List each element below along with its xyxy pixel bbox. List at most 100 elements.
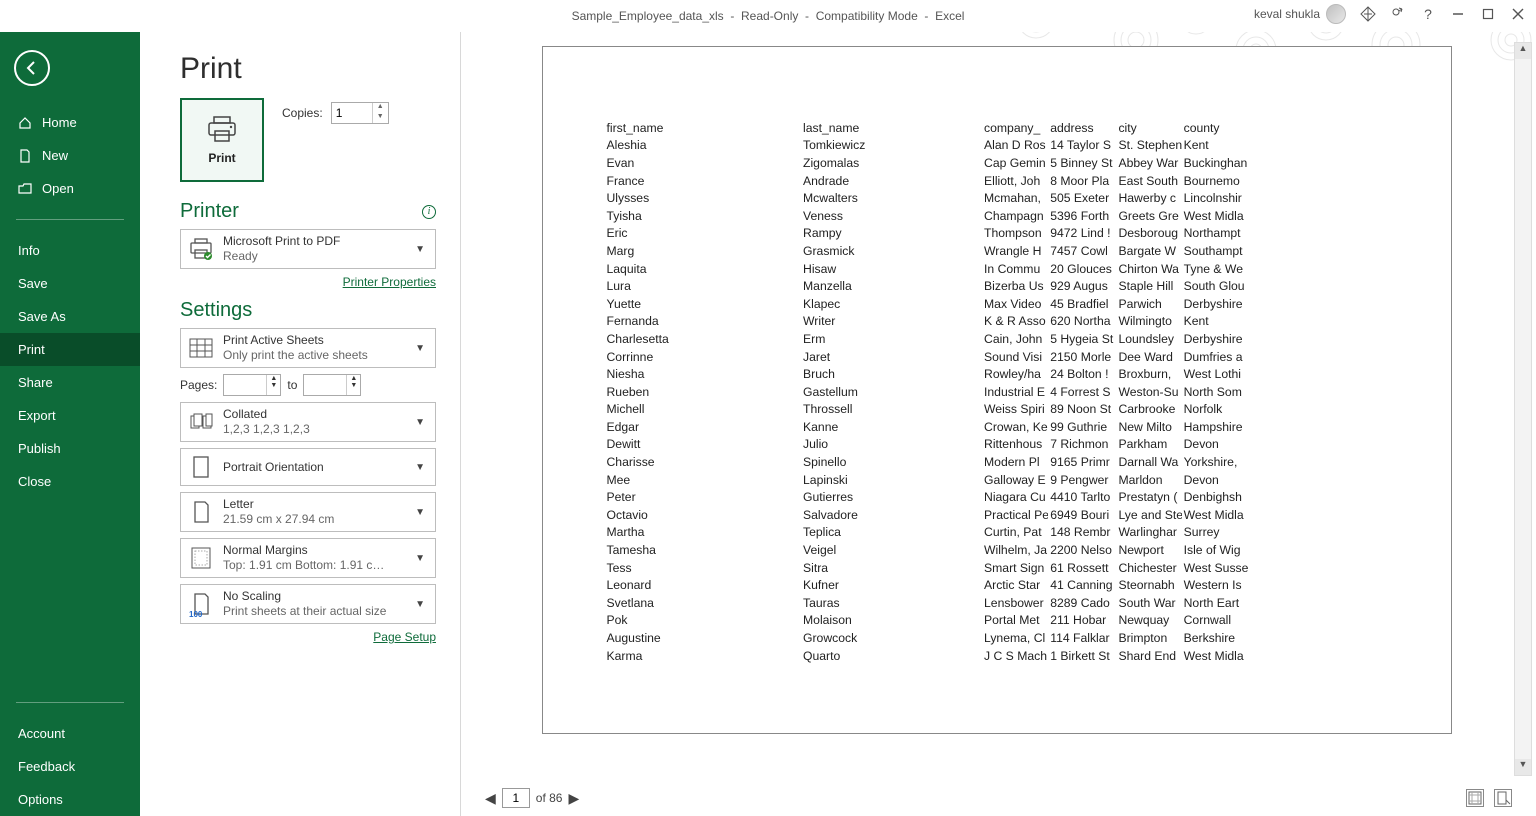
table-row: LuraManzellaBizerba Us929 AugusStaple Hi… bbox=[605, 277, 1389, 295]
paper-size-selector[interactable]: Letter21.59 cm x 27.94 cm ▼ bbox=[180, 492, 436, 532]
sidebar-item-label: Publish bbox=[18, 441, 61, 456]
spinner-up[interactable]: ▲ bbox=[373, 103, 388, 113]
sidebar-item-print[interactable]: Print bbox=[0, 333, 140, 366]
sidebar-item-home[interactable]: Home bbox=[0, 106, 140, 139]
sidebar-item-save[interactable]: Save bbox=[0, 267, 140, 300]
help-icon[interactable]: ? bbox=[1420, 6, 1436, 22]
document-title: Sample_Employee_data_xls - Read-Only - C… bbox=[572, 9, 965, 23]
orientation-selector[interactable]: Portrait Orientation ▼ bbox=[180, 448, 436, 486]
page-title: Print bbox=[180, 52, 436, 86]
table-row: YuetteKlapecMax Video45 BradfielParwichD… bbox=[605, 295, 1389, 313]
sidebar-item-export[interactable]: Export bbox=[0, 399, 140, 432]
next-page-button[interactable]: ▶ bbox=[568, 790, 579, 807]
pages-to-spinner[interactable]: ▲▼ bbox=[303, 374, 361, 396]
pages-label: Pages: bbox=[180, 378, 217, 392]
scaling-selector[interactable]: 100 No ScalingPrint sheets at their actu… bbox=[180, 584, 436, 624]
share-icon[interactable] bbox=[1390, 6, 1406, 22]
sidebar-item-saveas[interactable]: Save As bbox=[0, 300, 140, 333]
new-icon bbox=[18, 149, 32, 163]
print-button[interactable]: Print bbox=[180, 98, 264, 182]
table-row: SvetlanaTaurasLensbower8289 CadoSouth Wa… bbox=[605, 594, 1389, 612]
info-icon[interactable]: i bbox=[422, 205, 436, 219]
print-settings-panel: Print Print Copies: ▲▼ Printer i bbox=[140, 32, 460, 816]
prev-page-button[interactable]: ◀ bbox=[485, 790, 496, 807]
table-row: MargGrasmickWrangle H7457 CowlBargate WS… bbox=[605, 242, 1389, 260]
sidebar-separator bbox=[16, 702, 124, 703]
title-bar: Sample_Employee_data_xls - Read-Only - C… bbox=[0, 0, 1536, 32]
pages-from-spinner[interactable]: ▲▼ bbox=[223, 374, 281, 396]
table-row: UlyssesMcwaltersMcmahan,505 ExeterHawerb… bbox=[605, 189, 1389, 207]
account-user[interactable]: keval shukla bbox=[1254, 4, 1346, 24]
back-button[interactable] bbox=[14, 50, 50, 86]
column-header: company_ bbox=[982, 119, 1048, 137]
column-header: address bbox=[1048, 119, 1116, 137]
sidebar-item-account[interactable]: Account bbox=[0, 717, 140, 750]
sidebar-item-label: Account bbox=[18, 726, 65, 741]
printer-status-icon bbox=[187, 235, 215, 263]
user-name: keval shukla bbox=[1254, 7, 1320, 21]
maximize-button[interactable] bbox=[1480, 6, 1496, 22]
show-margins-button[interactable] bbox=[1466, 789, 1484, 807]
scroll-down[interactable]: ▼ bbox=[1515, 759, 1531, 775]
open-icon bbox=[18, 182, 32, 196]
margins-selector[interactable]: Normal MarginsTop: 1.91 cm Bottom: 1.91 … bbox=[180, 538, 436, 578]
preview-scrollbar[interactable]: ▲ ▼ bbox=[1514, 42, 1532, 776]
sidebar-item-info[interactable]: Info bbox=[0, 234, 140, 267]
sidebar-item-share[interactable]: Share bbox=[0, 366, 140, 399]
table-row: TameshaVeigelWilhelm, Ja2200 NelsoNewpor… bbox=[605, 541, 1389, 559]
settings-heading: Settings bbox=[180, 299, 252, 322]
minimize-button[interactable] bbox=[1450, 6, 1466, 22]
sidebar-item-close[interactable]: Close bbox=[0, 465, 140, 498]
print-what-selector[interactable]: Print Active SheetsOnly print the active… bbox=[180, 328, 436, 368]
chevron-down-icon: ▼ bbox=[411, 599, 429, 610]
table-row: KarmaQuartoJ C S Mach1 Birkett StShard E… bbox=[605, 647, 1389, 665]
spinner-down[interactable]: ▼ bbox=[373, 113, 388, 123]
sidebar-item-new[interactable]: New bbox=[0, 139, 140, 172]
table-row: LeonardKufnerArctic Star41 CanningSteorn… bbox=[605, 576, 1389, 594]
table-row: TyishaVenessChampagn5396 ForthGreets Gre… bbox=[605, 207, 1389, 225]
current-page-input[interactable] bbox=[502, 788, 530, 808]
sidebar-item-label: Export bbox=[18, 408, 56, 423]
table-row: MarthaTeplicaCurtin, Pat148 RembrWarling… bbox=[605, 524, 1389, 542]
chevron-down-icon: ▼ bbox=[411, 462, 429, 473]
table-row: NieshaBruchRowley/ha24 Bolton !Broxburn,… bbox=[605, 365, 1389, 383]
table-row: CorrinneJaretSound Visi2150 MorleDee War… bbox=[605, 348, 1389, 366]
table-row: OctavioSalvadorePractical Pe6949 BouriLy… bbox=[605, 506, 1389, 524]
copies-input[interactable] bbox=[332, 104, 372, 122]
portrait-icon bbox=[187, 453, 215, 481]
sidebar-separator bbox=[16, 219, 124, 220]
sidebar-item-label: Save bbox=[18, 276, 48, 291]
sidebar-item-label: Options bbox=[18, 792, 63, 807]
table-row: DewittJulioRittenhous7 RichmonParkhamDev… bbox=[605, 436, 1389, 454]
chevron-down-icon: ▼ bbox=[411, 507, 429, 518]
sidebar-item-feedback[interactable]: Feedback bbox=[0, 750, 140, 783]
page-setup-link[interactable]: Page Setup bbox=[373, 630, 436, 644]
backstage-sidebar: Home New Open Info Save Save As Print Sh… bbox=[0, 32, 140, 816]
zoom-to-page-button[interactable] bbox=[1494, 789, 1512, 807]
table-row: TessSitraSmart Sign61 RossettChichesterW… bbox=[605, 559, 1389, 577]
column-header: county bbox=[1182, 119, 1389, 137]
avatar bbox=[1326, 4, 1346, 24]
table-row: PokMolaisonPortal Met211 HobarNewquayCor… bbox=[605, 612, 1389, 630]
printer-heading: Printer bbox=[180, 200, 239, 223]
collation-selector[interactable]: Collated1,2,3 1,2,3 1,2,3 ▼ bbox=[180, 402, 436, 442]
printer-properties-link[interactable]: Printer Properties bbox=[343, 275, 436, 289]
copies-spinner[interactable]: ▲▼ bbox=[331, 102, 389, 124]
sidebar-item-label: Open bbox=[42, 181, 74, 196]
column-header: city bbox=[1116, 119, 1181, 137]
chevron-down-icon: ▼ bbox=[411, 343, 429, 354]
pages-to-label: to bbox=[287, 378, 297, 392]
copies-label: Copies: bbox=[282, 106, 323, 120]
scroll-up[interactable]: ▲ bbox=[1515, 43, 1531, 59]
printer-selector[interactable]: Microsoft Print to PDFReady ▼ bbox=[180, 229, 436, 269]
home-icon bbox=[18, 116, 32, 130]
sidebar-item-open[interactable]: Open bbox=[0, 172, 140, 205]
preview-table: first_namelast_namecompany_addresscityco… bbox=[605, 119, 1389, 664]
sidebar-item-options[interactable]: Options bbox=[0, 783, 140, 816]
sheets-icon bbox=[187, 334, 215, 362]
chevron-down-icon: ▼ bbox=[411, 244, 429, 255]
close-button[interactable] bbox=[1510, 6, 1526, 22]
sidebar-item-label: Info bbox=[18, 243, 40, 258]
sidebar-item-publish[interactable]: Publish bbox=[0, 432, 140, 465]
diamond-icon[interactable] bbox=[1360, 6, 1376, 22]
